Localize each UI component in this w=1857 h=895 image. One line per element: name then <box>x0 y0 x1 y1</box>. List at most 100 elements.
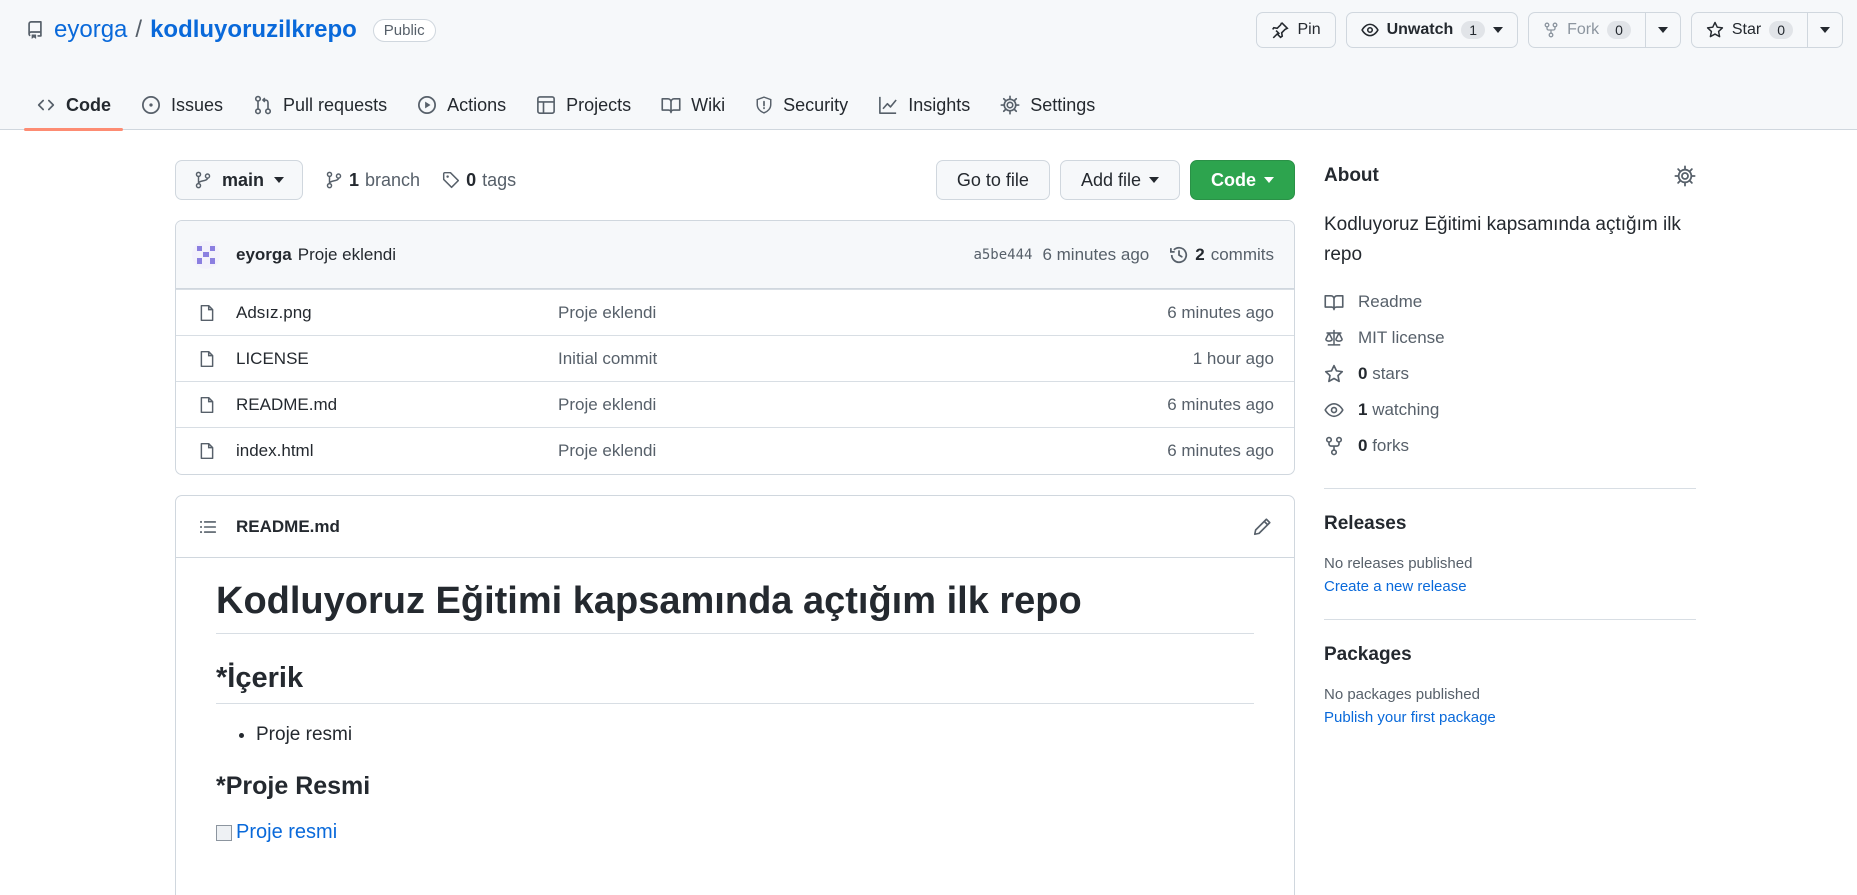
watchers-link[interactable]: 1 watching <box>1324 392 1696 428</box>
add-file-label: Add file <box>1080 169 1141 190</box>
file-row[interactable]: README.md Proje eklendi 6 minutes ago <box>176 381 1294 427</box>
file-icon <box>198 303 236 323</box>
tab-pull-requests[interactable]: Pull requests <box>241 80 399 130</box>
about-title: About <box>1324 165 1379 186</box>
readme-heading-3: *Proje Resmi <box>216 772 371 800</box>
packages-title[interactable]: Packages <box>1324 644 1412 665</box>
tab-code[interactable]: Code <box>24 80 123 131</box>
commits-history-link[interactable]: 2 commits <box>1169 245 1274 265</box>
readme-heading-1: Kodluyoruz Eğitimi kapsamında açtığım il… <box>216 580 1254 634</box>
create-release-link[interactable]: Create a new release <box>1324 578 1696 595</box>
publish-package-link[interactable]: Publish your first package <box>1324 709 1696 726</box>
repo-tabs: Code Issues Pull requests Actions Projec… <box>24 80 1113 131</box>
book-icon <box>1324 292 1344 312</box>
repo-owner-link[interactable]: eyorga <box>54 16 127 44</box>
branches-link[interactable]: 1 branch <box>325 170 420 191</box>
list-unordered-icon[interactable] <box>198 518 218 536</box>
tab-insights[interactable]: Insights <box>866 80 982 130</box>
branch-count-label: branch <box>365 169 421 190</box>
caret-down-icon <box>1149 177 1159 183</box>
file-commit-message[interactable]: Proje eklendi <box>558 441 1167 461</box>
caret-down-icon <box>274 177 285 183</box>
commit-message-link[interactable]: Proje eklendi <box>298 245 396 265</box>
project-image-link[interactable]: Proje resmi <box>216 821 1254 844</box>
releases-section: Releases No releases published Create a … <box>1324 513 1696 595</box>
table-icon <box>536 95 556 115</box>
branch-icon <box>325 171 343 189</box>
visibility-badge: Public <box>372 18 436 42</box>
graph-icon <box>878 95 898 115</box>
repo-sidebar: About Kodluyoruz Eğitimi kapsamında açtı… <box>1324 160 1696 726</box>
file-row[interactable]: Adsız.png Proje eklendi 6 minutes ago <box>176 289 1294 335</box>
tab-projects[interactable]: Projects <box>524 80 643 130</box>
forks-count: 0 <box>1358 436 1368 455</box>
fork-counter: 0 <box>1607 21 1631 39</box>
add-file-button[interactable]: Add file <box>1059 160 1180 200</box>
tab-actions[interactable]: Actions <box>405 80 518 130</box>
file-commit-message[interactable]: Proje eklendi <box>558 303 1167 323</box>
gear-icon <box>1000 95 1020 115</box>
file-row[interactable]: LICENSE Initial commit 1 hour ago <box>176 335 1294 381</box>
file-name-link[interactable]: Adsız.png <box>236 303 558 323</box>
tab-issues[interactable]: Issues <box>129 80 235 130</box>
watching-label: watching <box>1372 400 1440 419</box>
pencil-icon[interactable] <box>1252 517 1272 537</box>
tags-link[interactable]: 0 tags <box>442 170 516 191</box>
fork-dropdown[interactable] <box>1644 13 1680 47</box>
file-time: 6 minutes ago <box>1167 440 1274 460</box>
readme-link[interactable]: Readme <box>1324 284 1696 320</box>
stars-count: 0 <box>1358 364 1368 383</box>
repo-header-actions: Pin Unwatch 1 Fork 0 Star 0 <box>1256 12 1843 48</box>
tab-label: Wiki <box>691 94 726 115</box>
code-button[interactable]: Code <box>1190 160 1295 200</box>
readme-list: Proje resmi <box>256 724 1254 746</box>
tab-label: Projects <box>566 94 632 115</box>
caret-down-icon <box>1657 27 1668 33</box>
broken-image-icon <box>216 824 232 841</box>
star-icon <box>1706 21 1724 39</box>
commit-sha-link[interactable]: a5be444 <box>973 247 1032 263</box>
tab-wiki[interactable]: Wiki <box>649 80 737 130</box>
branch-icon <box>194 171 212 189</box>
commit-author-link[interactable]: eyorga <box>236 245 292 265</box>
releases-title[interactable]: Releases <box>1324 513 1406 534</box>
file-name-link[interactable]: LICENSE <box>236 349 558 369</box>
tab-security[interactable]: Security <box>743 80 860 130</box>
go-to-file-button[interactable]: Go to file <box>935 160 1050 200</box>
stars-link[interactable]: 0 stars <box>1324 356 1696 392</box>
star-button[interactable]: Star 0 <box>1690 12 1843 48</box>
tab-label: Settings <box>1030 94 1096 115</box>
file-name-link[interactable]: README.md <box>236 395 558 415</box>
file-commit-message[interactable]: Initial commit <box>558 349 1193 369</box>
latest-commit-bar: eyorga Proje eklendi a5be444 6 minutes a… <box>176 221 1294 289</box>
pin-button[interactable]: Pin <box>1256 12 1336 48</box>
star-counter: 0 <box>1769 21 1793 39</box>
file-commit-message[interactable]: Proje eklendi <box>558 395 1167 415</box>
repo-path-separator: / <box>135 16 143 43</box>
avatar[interactable] <box>192 240 220 269</box>
fork-icon <box>1324 436 1344 456</box>
watch-counter: 1 <box>1461 21 1486 39</box>
unwatch-button[interactable]: Unwatch 1 <box>1345 12 1519 48</box>
forks-link[interactable]: 0 forks <box>1324 428 1696 464</box>
branch-select-button[interactable]: main <box>175 160 304 200</box>
license-label: MIT license <box>1358 328 1445 347</box>
star-dropdown[interactable] <box>1807 13 1842 47</box>
readme-filename-link[interactable]: README.md <box>236 517 340 537</box>
repo-title: eyorga / kodluyoruzilkrepo Public <box>26 14 436 46</box>
tab-label: Insights <box>908 94 971 115</box>
file-name-link[interactable]: index.html <box>236 441 558 461</box>
license-link[interactable]: MIT license <box>1324 320 1696 356</box>
tab-settings[interactable]: Settings <box>988 80 1107 130</box>
file-actions: Go to file Add file Code <box>935 160 1295 200</box>
packages-empty-text: No packages published <box>1324 686 1480 703</box>
star-icon <box>1324 364 1344 384</box>
file-row[interactable]: index.html Proje eklendi 6 minutes ago <box>176 427 1294 473</box>
repo-name-link[interactable]: kodluyoruzilkrepo <box>150 16 357 44</box>
fork-button[interactable]: Fork 0 <box>1528 12 1681 48</box>
file-icon <box>198 349 236 369</box>
tab-label: Code <box>66 94 111 115</box>
about-stats: Readme MIT license 0 stars 1 watching 0 … <box>1324 284 1696 464</box>
gear-icon[interactable] <box>1674 165 1696 187</box>
law-icon <box>1324 328 1344 348</box>
